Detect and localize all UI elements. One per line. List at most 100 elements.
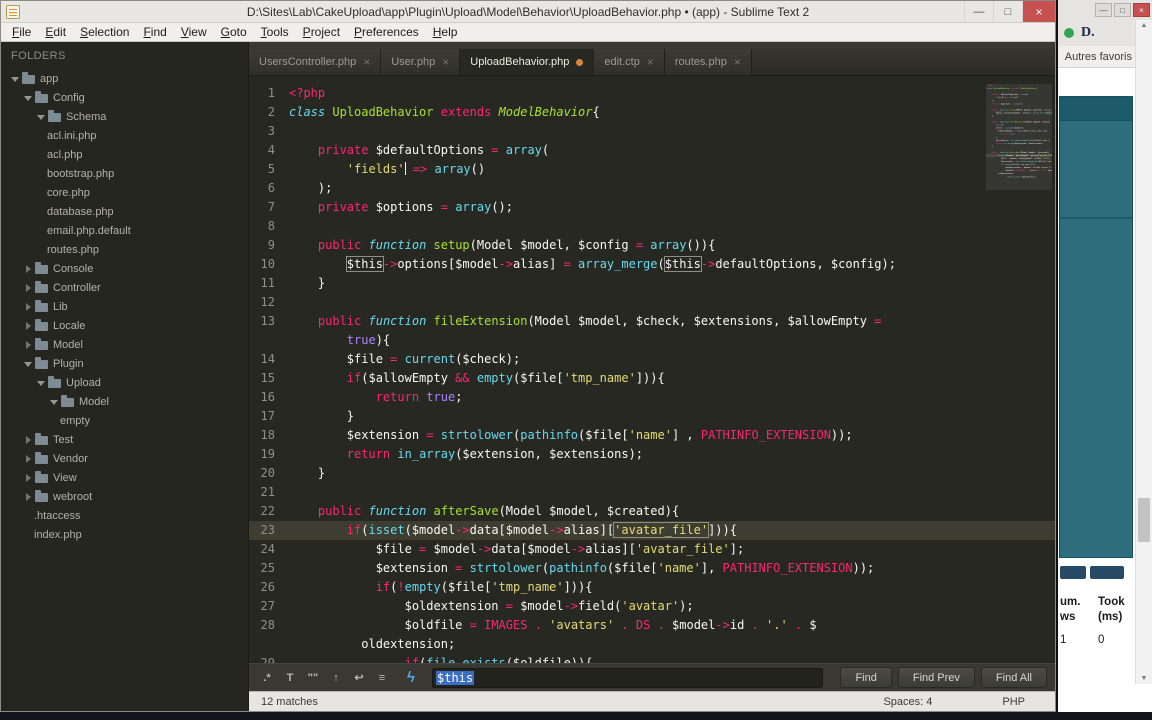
- chevron-right-icon[interactable]: [24, 335, 33, 354]
- menu-help[interactable]: Help: [426, 25, 465, 39]
- reverse-direction-icon[interactable]: ↑: [326, 668, 346, 688]
- menu-view[interactable]: View: [174, 25, 214, 39]
- menu-file[interactable]: File: [5, 25, 38, 39]
- regex-icon[interactable]: .*: [257, 668, 277, 688]
- tree-item-acl.ini.php[interactable]: acl.ini.php: [1, 126, 248, 145]
- tree-item-test[interactable]: Test: [1, 430, 248, 449]
- code-line-3[interactable]: 3: [249, 122, 1055, 141]
- code-line-5[interactable]: 5 'fields' => array(): [249, 160, 1055, 179]
- indent-status[interactable]: Spaces: 4: [883, 696, 932, 708]
- find-all-button[interactable]: Find All: [980, 667, 1047, 688]
- code-line-14[interactable]: 14 $file = current($check);: [249, 350, 1055, 369]
- code-line-27[interactable]: 27 $oldextension = $model->field('avatar…: [249, 597, 1055, 616]
- tree-item-database.php[interactable]: database.php: [1, 202, 248, 221]
- code-line-13[interactable]: 13 public function fileExtension(Model $…: [249, 312, 1055, 331]
- menu-find[interactable]: Find: [136, 25, 173, 39]
- in-selection-icon[interactable]: ≡: [372, 668, 392, 688]
- scroll-up-icon[interactable]: ▲: [1136, 22, 1152, 29]
- code-line-19[interactable]: 19 return in_array($extension, $extensio…: [249, 445, 1055, 464]
- code-line-26[interactable]: 26 if(!empty($file['tmp_name'])){: [249, 578, 1055, 597]
- syntax-status[interactable]: PHP: [1002, 696, 1025, 708]
- bg-close-button[interactable]: ×: [1133, 3, 1150, 17]
- tree-item-webroot[interactable]: webroot: [1, 487, 248, 506]
- highlight-matches-icon[interactable]: ϟ: [401, 668, 421, 688]
- tab-edit.ctp[interactable]: edit.ctp ×: [594, 49, 665, 75]
- chevron-right-icon[interactable]: [24, 468, 33, 487]
- minimize-button[interactable]: —: [964, 1, 993, 22]
- chevron-down-icon[interactable]: [37, 373, 46, 392]
- tab-user.php[interactable]: User.php ×: [381, 49, 461, 75]
- code-line-15[interactable]: 15 if($allowEmpty && empty($file['tmp_na…: [249, 369, 1055, 388]
- chevron-down-icon[interactable]: [50, 392, 59, 411]
- scroll-down-icon[interactable]: ▼: [1136, 675, 1152, 682]
- bg-maximize-button[interactable]: □: [1114, 3, 1131, 17]
- code-line-11[interactable]: 11 }: [249, 274, 1055, 293]
- code-line-9[interactable]: 9 public function setup(Model $model, $c…: [249, 236, 1055, 255]
- chevron-down-icon[interactable]: [11, 69, 20, 88]
- tab-userscontroller.php[interactable]: UsersController.php ×: [249, 49, 382, 75]
- tree-item-upload[interactable]: Upload: [1, 373, 248, 392]
- tree-item-core.php[interactable]: core.php: [1, 183, 248, 202]
- code-line-wrap[interactable]: true){: [249, 331, 1055, 350]
- code-line-10[interactable]: 10 $this->options[$model->alias] = array…: [249, 255, 1055, 274]
- tree-item-model[interactable]: Model: [1, 335, 248, 354]
- scrollbar-thumb[interactable]: [1138, 498, 1150, 543]
- code-line-7[interactable]: 7 private $options = array();: [249, 198, 1055, 217]
- close-tab-icon[interactable]: ×: [442, 56, 449, 68]
- find-button[interactable]: Find: [840, 667, 892, 688]
- code-line-28[interactable]: 28 $oldfile = IMAGES . 'avatars' . DS . …: [249, 616, 1055, 635]
- tree-item-.htaccess[interactable]: .htaccess: [1, 506, 248, 525]
- tree-item-config[interactable]: Config: [1, 88, 248, 107]
- tree-item-index.php[interactable]: index.php: [1, 525, 248, 544]
- whole-word-icon[interactable]: "": [303, 668, 323, 688]
- debug-kit-panel[interactable]: [1059, 96, 1133, 558]
- tree-item-bootstrap.php[interactable]: bootstrap.php: [1, 164, 248, 183]
- tree-item-acl.php[interactable]: acl.php: [1, 145, 248, 164]
- bookmarks-label[interactable]: Autres favoris: [1065, 51, 1132, 63]
- menu-selection[interactable]: Selection: [73, 25, 136, 39]
- code-line-23[interactable]: 23 if(isset($model->data[$model->alias][…: [249, 521, 1055, 540]
- tree-item-empty[interactable]: empty: [1, 411, 248, 430]
- chevron-right-icon[interactable]: [24, 316, 33, 335]
- chevron-right-icon[interactable]: [24, 430, 33, 449]
- code-line-21[interactable]: 21: [249, 483, 1055, 502]
- maximize-button[interactable]: □: [993, 1, 1022, 22]
- chevron-down-icon[interactable]: [37, 107, 46, 126]
- menu-edit[interactable]: Edit: [38, 25, 73, 39]
- close-button[interactable]: ×: [1022, 1, 1055, 22]
- close-tab-icon[interactable]: ×: [734, 56, 741, 68]
- menu-preferences[interactable]: Preferences: [347, 25, 426, 39]
- close-tab-icon[interactable]: ×: [363, 56, 370, 68]
- code-line-4[interactable]: 4 private $defaultOptions = array(: [249, 141, 1055, 160]
- code-line-24[interactable]: 24 $file = $model->data[$model->alias]['…: [249, 540, 1055, 559]
- code-line-18[interactable]: 18 $extension = strtolower(pathinfo($fil…: [249, 426, 1055, 445]
- chevron-right-icon[interactable]: [24, 487, 33, 506]
- find-prev-button[interactable]: Find Prev: [897, 667, 975, 688]
- code-line-25[interactable]: 25 $extension = strtolower(pathinfo($fil…: [249, 559, 1055, 578]
- chevron-right-icon[interactable]: [24, 278, 33, 297]
- close-tab-icon[interactable]: ×: [647, 56, 654, 68]
- code-line-2[interactable]: 2class UploadBehavior extends ModelBehav…: [249, 103, 1055, 122]
- code-line-1[interactable]: 1<?php: [249, 84, 1055, 103]
- title-bar[interactable]: D:\Sites\Lab\CakeUpload\app\Plugin\Uploa…: [1, 1, 1055, 23]
- tree-item-vendor[interactable]: Vendor: [1, 449, 248, 468]
- bg-minimize-button[interactable]: —: [1095, 3, 1112, 17]
- menu-tools[interactable]: Tools: [254, 25, 296, 39]
- case-sensitive-icon[interactable]: T: [280, 668, 300, 688]
- tree-item-controller[interactable]: Controller: [1, 278, 248, 297]
- code-line-29[interactable]: 29 if(file_exists($oldfile)){: [249, 654, 1055, 663]
- tab-uploadbehavior.php[interactable]: UploadBehavior.php: [460, 49, 595, 75]
- chevron-down-icon[interactable]: [24, 354, 33, 373]
- wrap-search-icon[interactable]: ↩: [349, 668, 369, 688]
- chevron-right-icon[interactable]: [24, 259, 33, 278]
- tree-item-routes.php[interactable]: routes.php: [1, 240, 248, 259]
- tab-routes.php[interactable]: routes.php ×: [664, 49, 752, 75]
- tree-item-lib[interactable]: Lib: [1, 297, 248, 316]
- tree-item-app[interactable]: app: [1, 69, 248, 88]
- code-line-12[interactable]: 12: [249, 293, 1055, 312]
- find-input[interactable]: $this: [432, 667, 824, 688]
- code-line-6[interactable]: 6 );: [249, 179, 1055, 198]
- menu-goto[interactable]: Goto: [214, 25, 254, 39]
- code-line-17[interactable]: 17 }: [249, 407, 1055, 426]
- chevron-right-icon[interactable]: [24, 297, 33, 316]
